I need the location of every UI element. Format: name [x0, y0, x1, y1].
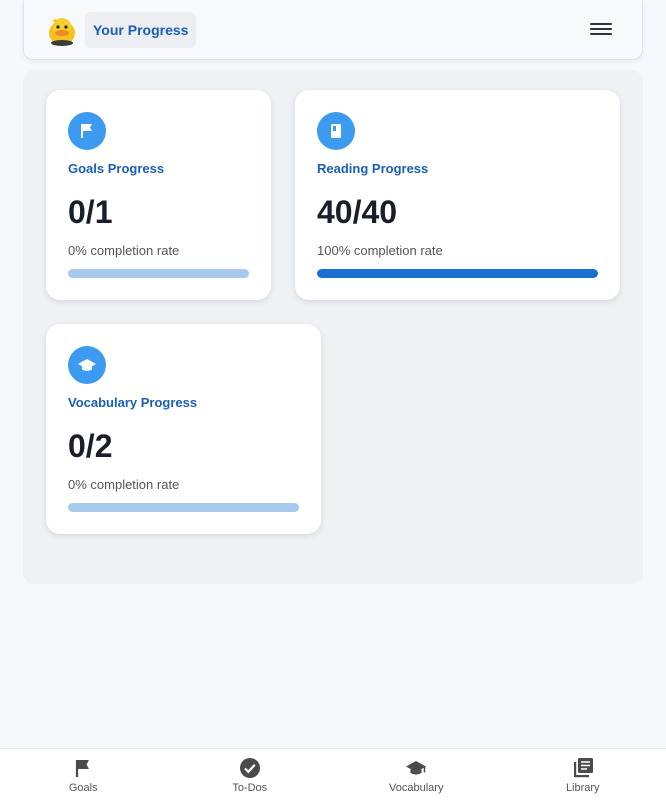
check-circle-icon	[239, 758, 260, 778]
completion-rate: 100% completion rate	[317, 243, 443, 258]
book-icon	[317, 112, 355, 150]
hamburger-menu-icon[interactable]	[590, 20, 612, 40]
flag-icon	[68, 112, 106, 150]
nav-item-vocabulary[interactable]: Vocabulary	[333, 749, 500, 800]
nav-label: To-Dos	[232, 782, 268, 794]
reading-progress-card: Reading Progress 40/40 100% completion r…	[295, 90, 620, 300]
completion-rate: 0% completion rate	[68, 477, 180, 492]
nav-item-library[interactable]: Library	[500, 749, 666, 800]
progress-bar	[317, 269, 598, 278]
progress-fill	[317, 269, 598, 278]
card-value: 0/2	[68, 428, 113, 464]
card-value: 0/1	[68, 194, 113, 230]
completion-rate: 0% completion rate	[68, 243, 180, 258]
progress-bar	[68, 503, 299, 512]
goals-progress-card: Goals Progress 0/1 0% completion rate	[46, 90, 271, 300]
duck-logo	[49, 18, 75, 46]
progress-bar	[68, 269, 249, 278]
nav-item-goals[interactable]: Goals	[0, 749, 167, 800]
nav-item-todos[interactable]: To-Dos	[167, 749, 334, 800]
nav-label: Vocabulary	[389, 782, 444, 794]
nav-label: Library	[565, 782, 600, 794]
nav-label: Goals	[68, 782, 98, 794]
library-icon	[573, 758, 593, 778]
card-label: Vocabulary Progress	[68, 395, 198, 410]
card-value: 40/40	[317, 194, 398, 230]
card-label: Reading Progress	[317, 161, 429, 176]
vocabulary-progress-card: Vocabulary Progress 0/2 0% completion ra…	[46, 324, 321, 534]
progress-panel: Goals Progress 0/1 0% completion rate Re…	[23, 70, 643, 584]
graduation-cap-icon	[68, 346, 106, 384]
page-title: Your Progress	[85, 12, 197, 48]
app-header: Your Progress	[23, 0, 643, 60]
flag-icon	[76, 760, 90, 777]
graduation-cap-icon	[406, 761, 427, 775]
card-label: Goals Progress	[68, 161, 165, 176]
bottom-nav: Goals To-Dos Vocabulary Library	[0, 748, 666, 800]
